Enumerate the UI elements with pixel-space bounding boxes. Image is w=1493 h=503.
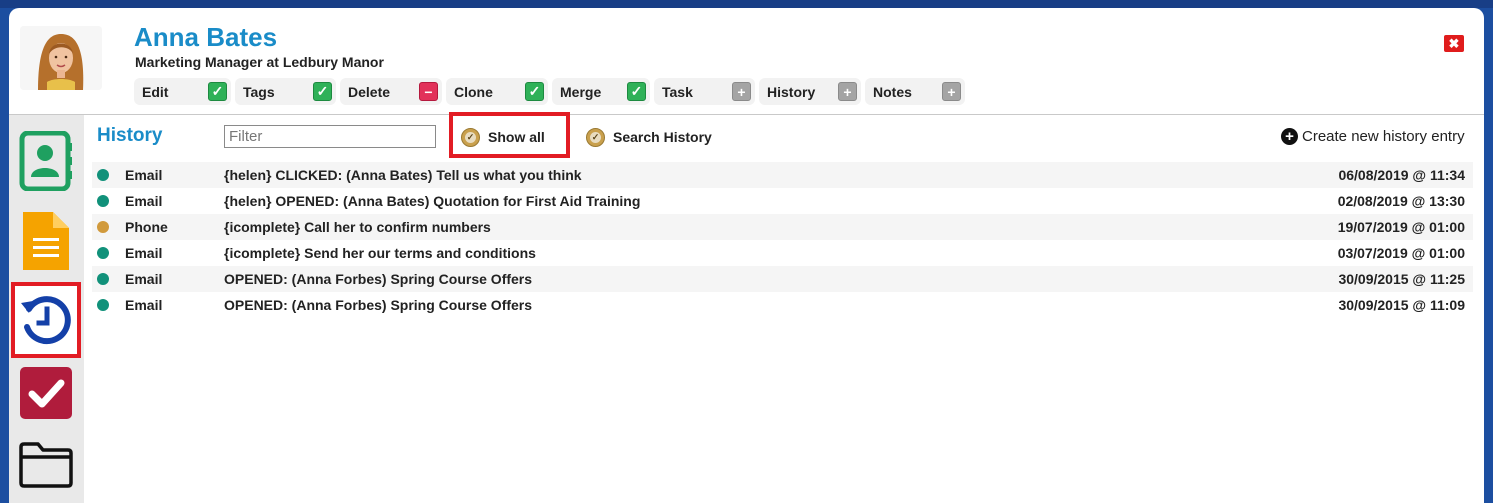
radio-checked-icon: ✓ [586, 127, 605, 147]
sidebar-item-history[interactable] [11, 282, 81, 358]
history-row[interactable]: Email {helen} OPENED: (Anna Bates) Quota… [92, 188, 1473, 214]
history-type: Email [125, 245, 163, 261]
phone-status-dot [97, 221, 109, 233]
edit-action[interactable]: Edit ✓ [134, 78, 231, 105]
action-label: Notes [873, 83, 912, 100]
history-description: OPENED: (Anna Forbes) Spring Course Offe… [224, 297, 533, 313]
sidebar-item-tasks[interactable] [17, 361, 75, 425]
plus-icon: + [942, 82, 961, 101]
history-date: 30/09/2015 @ 11:25 [1338, 271, 1465, 287]
plus-circle-icon: + [1281, 127, 1298, 145]
email-status-dot [97, 169, 109, 181]
history-list: Email {helen} CLICKED: (Anna Bates) Tell… [92, 162, 1473, 318]
action-label: Edit [142, 83, 169, 100]
history-description: {helen} CLICKED: (Anna Bates) Tell us wh… [224, 167, 582, 183]
history-row[interactable]: Email {icomplete} Send her our terms and… [92, 240, 1473, 266]
close-icon: ✖ [1448, 35, 1460, 51]
task-check-icon [20, 367, 72, 419]
close-button[interactable]: ✖ [1444, 35, 1464, 52]
history-type: Email [125, 297, 163, 313]
email-status-dot [97, 195, 109, 207]
notes-action[interactable]: Notes + [865, 78, 965, 105]
minus-icon: − [419, 82, 438, 101]
window-top-strip [0, 0, 1493, 8]
check-icon: ✓ [525, 82, 544, 101]
plus-icon: + [838, 82, 857, 101]
delete-action[interactable]: Delete − [340, 78, 442, 105]
contact-title: Marketing Manager at Ledbury Manor [135, 54, 384, 70]
check-icon: ✓ [313, 82, 332, 101]
history-row[interactable]: Email OPENED: (Anna Forbes) Spring Cours… [92, 266, 1473, 292]
sidebar-item-documents[interactable] [17, 209, 75, 273]
clone-action[interactable]: Clone ✓ [446, 78, 548, 105]
action-label: Tags [243, 83, 275, 100]
history-description: {helen} OPENED: (Anna Bates) Quotation f… [224, 193, 641, 209]
history-type: Email [125, 167, 163, 183]
filter-input[interactable] [224, 125, 436, 148]
create-history-button[interactable]: + Create new history entry [1281, 126, 1465, 146]
document-icon [23, 212, 69, 270]
sidebar [9, 115, 84, 503]
search-history-label: Search History [613, 129, 712, 145]
check-icon: ✓ [627, 82, 646, 101]
history-date: 03/07/2019 @ 01:00 [1337, 245, 1465, 261]
create-history-label: Create new history entry [1302, 127, 1465, 145]
avatar-image [20, 26, 102, 90]
contact-name: Anna Bates [134, 22, 278, 52]
email-status-dot [97, 273, 109, 285]
sidebar-item-files[interactable] [17, 433, 75, 497]
action-label: Delete [348, 83, 391, 100]
history-date: 02/08/2019 @ 13:30 [1337, 193, 1465, 209]
history-date: 19/07/2019 @ 01:00 [1337, 219, 1465, 235]
email-status-dot [97, 299, 109, 311]
contact-panel: Anna Bates Marketing Manager at Ledbury … [9, 8, 1484, 503]
tags-action[interactable]: Tags ✓ [235, 78, 336, 105]
action-bar: Edit ✓ Tags ✓ Delete − Clone ✓ Merge ✓ T… [134, 78, 969, 105]
history-description: OPENED: (Anna Forbes) Spring Course Offe… [224, 271, 533, 287]
history-type: Phone [125, 219, 168, 235]
history-action[interactable]: History + [759, 78, 861, 105]
history-type: Email [125, 271, 163, 287]
history-title: History [97, 125, 163, 146]
history-icon [21, 296, 71, 345]
history-description: {icomplete} Call her to confirm numbers [224, 219, 491, 235]
merge-action[interactable]: Merge ✓ [552, 78, 650, 105]
check-icon: ✓ [208, 82, 227, 101]
history-type: Email [125, 193, 163, 209]
highlight-box [449, 112, 570, 158]
contact-card-icon [19, 131, 72, 191]
avatar [20, 26, 102, 90]
history-date: 30/09/2015 @ 11:09 [1338, 297, 1465, 313]
history-description: {icomplete} Send her our terms and condi… [224, 245, 536, 261]
history-row[interactable]: Phone {icomplete} Call her to confirm nu… [92, 214, 1473, 240]
search-history-option[interactable]: ✓ Search History [586, 126, 712, 148]
header-divider [9, 114, 1484, 115]
folder-icon [19, 442, 73, 488]
action-label: Merge [560, 83, 602, 100]
history-row[interactable]: Email OPENED: (Anna Forbes) Spring Cours… [92, 292, 1473, 318]
email-status-dot [97, 247, 109, 259]
plus-icon: + [732, 82, 751, 101]
action-label: History [767, 83, 816, 100]
task-action[interactable]: Task + [654, 78, 755, 105]
action-label: Task [662, 83, 693, 100]
sidebar-item-contact[interactable] [17, 129, 75, 193]
action-label: Clone [454, 83, 493, 100]
history-row[interactable]: Email {helen} CLICKED: (Anna Bates) Tell… [92, 162, 1473, 188]
history-date: 06/08/2019 @ 11:34 [1338, 167, 1465, 183]
